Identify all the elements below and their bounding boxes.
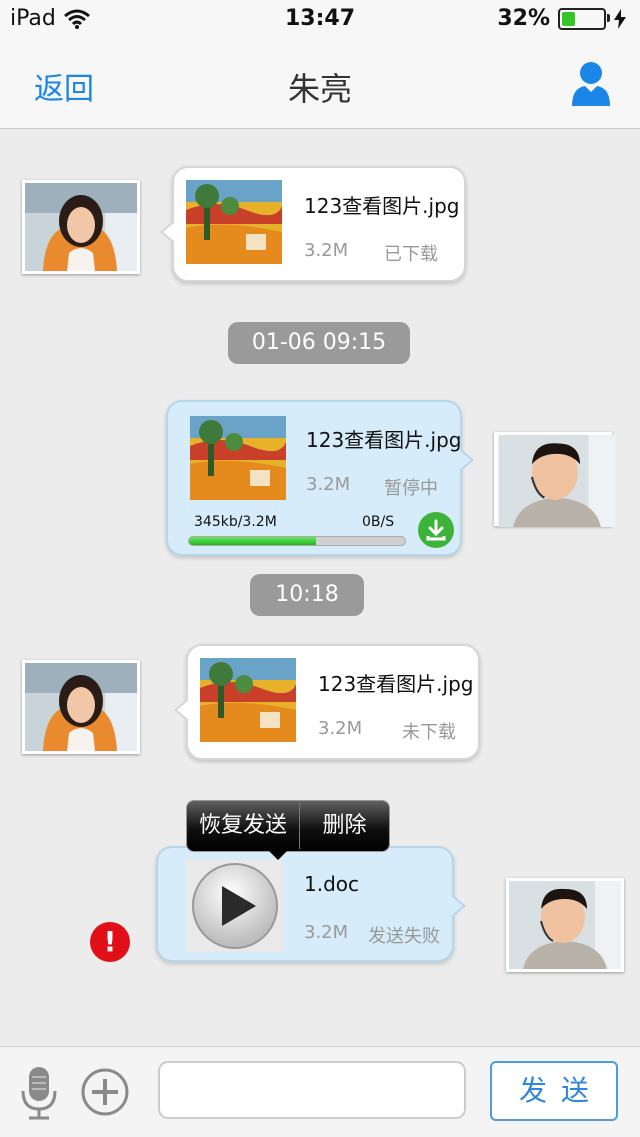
image-thumbnail	[200, 658, 296, 742]
nav-bar: 返回 朱亮	[0, 40, 640, 129]
microphone-icon[interactable]	[18, 1065, 60, 1121]
send-button[interactable]: 发送	[490, 1061, 618, 1121]
message-input[interactable]	[158, 1061, 466, 1119]
avatar-photo	[25, 663, 137, 751]
avatar-contact[interactable]	[22, 660, 140, 754]
delete-button[interactable]: 删除	[300, 801, 389, 851]
status-bar: iPad 13:47 32%	[0, 0, 640, 40]
download-progress-bar	[188, 536, 406, 546]
message-bubble-2[interactable]: 123查看图片.jpg 3.2M 暂停中 345kb/3.2M 0B/S	[166, 400, 474, 556]
message-bubble-3[interactable]: 123查看图片.jpg 3.2M 未下载	[174, 644, 480, 760]
file-status: 已下载	[384, 244, 438, 265]
file-size: 3.2M	[318, 718, 363, 739]
resend-button[interactable]: 恢复发送	[187, 801, 299, 851]
battery-icon	[558, 7, 610, 30]
download-progress-fill	[189, 537, 317, 545]
battery-percent: 32%	[497, 6, 550, 31]
file-status: 暂停中	[384, 478, 438, 499]
download-speed: 0B/S	[362, 514, 395, 530]
avatar-photo	[498, 435, 616, 527]
file-size: 3.2M	[306, 474, 351, 495]
file-size: 3.2M	[304, 922, 349, 943]
file-status: 发送失败	[368, 926, 440, 947]
file-status: 未下载	[402, 722, 456, 743]
avatar-contact[interactable]	[22, 180, 140, 274]
image-thumbnail	[186, 180, 282, 264]
file-name: 123查看图片.jpg	[306, 428, 462, 452]
bubble-tail	[451, 894, 466, 918]
download-progress-text: 345kb/3.2M	[194, 514, 277, 530]
download-button[interactable]	[418, 512, 454, 548]
download-icon	[426, 519, 446, 541]
file-size: 3.2M	[304, 240, 349, 261]
context-menu: 恢复发送 删除	[186, 800, 390, 860]
avatar-self[interactable]	[494, 432, 616, 527]
image-thumbnail	[190, 416, 286, 500]
menu-arrow	[269, 851, 287, 860]
charging-icon	[614, 8, 626, 29]
send-failed-error-icon[interactable]: !	[90, 922, 130, 962]
file-name: 123查看图片.jpg	[318, 672, 474, 696]
avatar-photo	[25, 183, 137, 271]
play-icon	[192, 863, 278, 949]
bubble-tail	[160, 220, 175, 244]
page-title: 朱亮	[287, 70, 352, 108]
input-bar: 发送	[0, 1046, 640, 1137]
timestamp-pill: 01-06 09:15	[228, 322, 410, 364]
timestamp-pill: 10:18	[250, 574, 364, 616]
file-name: 123查看图片.jpg	[304, 194, 460, 218]
bubble-tail	[174, 698, 189, 722]
status-right: 32%	[497, 6, 626, 31]
message-bubble-1[interactable]: 123查看图片.jpg 3.2M 已下载	[160, 166, 466, 282]
file-name: 1.doc	[304, 872, 360, 896]
message-bubble-4[interactable]: 1.doc 3.2M 发送失败	[156, 846, 466, 962]
battery-level	[562, 11, 575, 26]
user-profile-icon[interactable]	[570, 60, 612, 108]
add-attachment-icon[interactable]	[80, 1067, 130, 1117]
bubble-tail	[459, 448, 474, 472]
avatar-photo	[509, 881, 621, 969]
doc-thumbnail	[186, 860, 284, 952]
avatar-self[interactable]	[506, 878, 624, 972]
